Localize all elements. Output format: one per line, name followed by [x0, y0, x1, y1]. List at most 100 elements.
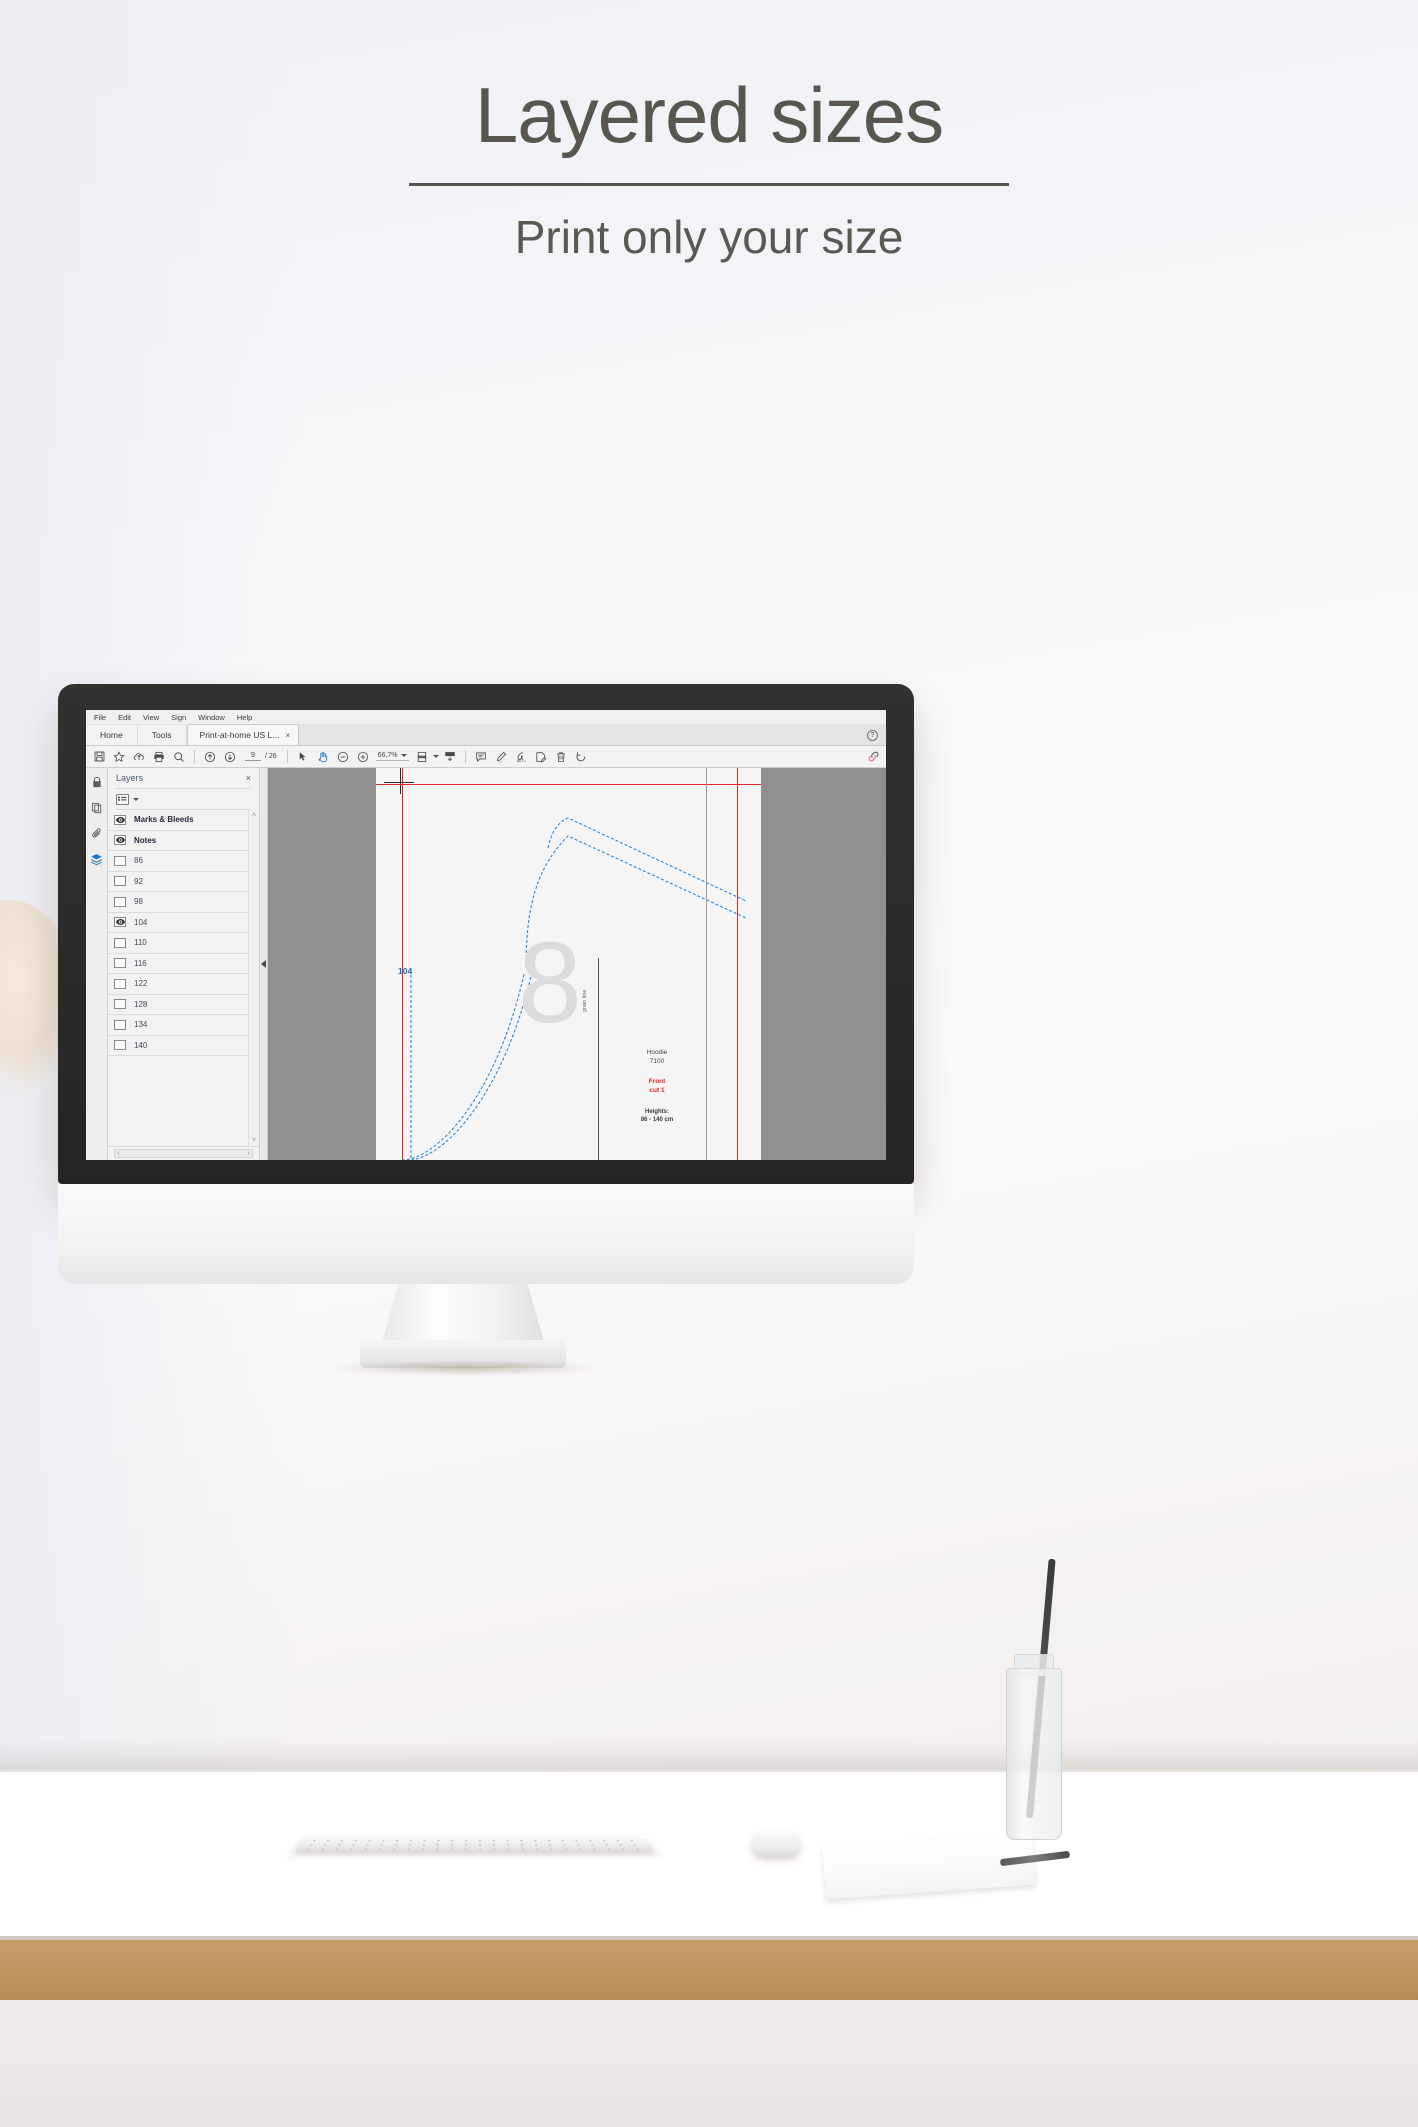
menu-item-edit[interactable]: Edit — [118, 713, 131, 722]
tab-document[interactable]: Print-at-home US L... × — [186, 724, 300, 745]
grain-line-label: grain line — [582, 989, 588, 1012]
layer-row[interactable]: 116 — [108, 954, 248, 974]
heights-value: 86 - 140 cm — [640, 1117, 674, 1124]
close-icon[interactable]: × — [246, 773, 251, 783]
stamp-icon[interactable] — [532, 748, 550, 766]
star-icon[interactable] — [110, 748, 128, 766]
layers-panel-footer: ‹ › — [108, 1146, 259, 1160]
pdf-page: 104 8 grain line Hoodie 7100 Front cut 1… — [376, 768, 761, 1160]
save-icon[interactable] — [90, 748, 108, 766]
hand-icon[interactable] — [314, 748, 332, 766]
layer-visibility-checkbox[interactable] — [114, 1019, 126, 1030]
trash-icon[interactable] — [552, 748, 570, 766]
link-icon[interactable] — [864, 748, 882, 766]
menu-item-file[interactable]: File — [94, 713, 106, 722]
keyboard — [294, 1836, 654, 1852]
panel-collapse-handle[interactable] — [260, 768, 268, 1160]
desk-front-edge — [0, 1940, 1418, 2000]
toolbar-separator — [194, 750, 195, 763]
previous-page-icon[interactable] — [201, 748, 219, 766]
fit-page-chevron-icon[interactable] — [432, 755, 439, 758]
layers-panel-title: Layers — [116, 773, 144, 783]
eye-icon[interactable] — [114, 835, 126, 846]
layer-row[interactable]: 110 — [108, 933, 248, 954]
layer-label: 122 — [134, 979, 148, 989]
grain-line-rule — [598, 958, 599, 1160]
zoom-out-icon[interactable] — [334, 748, 352, 766]
layer-row[interactable]: 86 — [108, 851, 248, 872]
pages-icon[interactable] — [89, 800, 104, 815]
size-label: 104 — [398, 966, 413, 976]
scroll-mode-icon[interactable] — [441, 748, 459, 766]
eye-icon[interactable] — [114, 917, 126, 928]
help-icon[interactable]: ? — [867, 730, 878, 741]
sign-icon[interactable] — [512, 748, 530, 766]
print-icon[interactable] — [150, 748, 168, 766]
layer-visibility-checkbox[interactable] — [114, 896, 126, 907]
layer-label: 116 — [134, 958, 147, 968]
rotate-icon[interactable] — [572, 748, 590, 766]
menu-item-view[interactable]: View — [143, 713, 159, 722]
next-page-icon[interactable] — [221, 748, 239, 766]
wall-shadow — [0, 1740, 1418, 1772]
highlight-icon[interactable] — [492, 748, 510, 766]
page-subtitle: Print only your size — [514, 210, 904, 263]
zoom-level-select[interactable]: 66,7% — [375, 752, 409, 761]
layer-row[interactable]: 128 — [108, 995, 248, 1015]
layer-label: 128 — [134, 999, 148, 1009]
heights-label: Heights: — [645, 1108, 669, 1115]
layer-row[interactable]: Notes — [108, 831, 248, 851]
comment-icon[interactable] — [472, 748, 490, 766]
layer-visibility-checkbox[interactable] — [114, 876, 126, 887]
tab-tools[interactable]: Tools — [137, 725, 187, 745]
menu-item-window[interactable]: Window — [198, 713, 225, 722]
chevron-down-icon[interactable] — [133, 797, 139, 801]
menu-item-help[interactable]: Help — [237, 713, 252, 722]
list-options-icon[interactable] — [116, 793, 129, 805]
layer-row[interactable]: 122 — [108, 974, 248, 995]
search-icon[interactable] — [170, 748, 188, 766]
layer-label: Marks & Bleeds — [134, 815, 194, 825]
lock-icon[interactable] — [89, 774, 104, 789]
layer-visibility-checkbox[interactable] — [114, 937, 126, 948]
layer-row[interactable]: Marks & Bleeds — [108, 810, 248, 831]
layer-row[interactable]: 134 — [108, 1015, 248, 1036]
hscroll-left-icon[interactable]: ‹ — [117, 1150, 119, 1157]
close-icon[interactable]: × — [285, 731, 290, 740]
layers-icon[interactable] — [89, 852, 104, 867]
piece-code: 7100 — [649, 1058, 665, 1066]
eye-icon[interactable] — [114, 814, 126, 825]
layer-visibility-checkbox[interactable] — [114, 999, 126, 1010]
hscroll-right-icon[interactable]: › — [248, 1150, 250, 1157]
menu-item-sign[interactable]: Sign — [171, 713, 186, 722]
scroll-up-icon[interactable]: ˄ — [252, 812, 256, 819]
layer-row[interactable]: 92 — [108, 872, 248, 892]
select-arrow-icon[interactable] — [294, 748, 312, 766]
poster-header: Layered sizes Print only your size — [0, 74, 1418, 264]
layers-options-bar — [108, 789, 259, 809]
zoom-in-icon[interactable] — [354, 748, 372, 766]
layer-row[interactable]: 104 — [108, 913, 248, 933]
upload-cloud-icon[interactable] — [130, 748, 148, 766]
tab-home[interactable]: Home — [86, 725, 138, 745]
layers-list: Marks & Bleeds Notes 86 92 98 104 110 116 122 128… — [108, 810, 248, 1146]
fit-page-icon[interactable] — [413, 748, 431, 766]
layer-row[interactable]: 140 — [108, 1036, 248, 1056]
layer-visibility-checkbox[interactable] — [114, 958, 126, 969]
page-number-input[interactable]: 9 — [245, 752, 261, 761]
menu-bar: File Edit View Sign Window Help — [86, 710, 886, 724]
layers-scrollbar[interactable]: ˄ ˅ — [248, 810, 259, 1146]
layer-label: 86 — [134, 856, 143, 866]
layer-row[interactable]: 98 — [108, 892, 248, 913]
zoom-level-value: 66,7% — [377, 752, 398, 759]
layer-visibility-checkbox[interactable] — [114, 855, 126, 866]
horizontal-scrollbar[interactable]: ‹ › — [114, 1149, 253, 1158]
document-viewer[interactable]: 104 8 grain line Hoodie 7100 Front cut 1… — [268, 768, 886, 1160]
page-right-rule — [706, 768, 707, 1160]
layer-visibility-checkbox[interactable] — [114, 1040, 126, 1051]
layer-label: 140 — [134, 1040, 148, 1050]
scroll-down-icon[interactable]: ˅ — [252, 1137, 256, 1144]
piece-name: Hoodie — [646, 1049, 668, 1056]
attachment-icon[interactable] — [89, 826, 104, 841]
layer-visibility-checkbox[interactable] — [114, 978, 126, 989]
